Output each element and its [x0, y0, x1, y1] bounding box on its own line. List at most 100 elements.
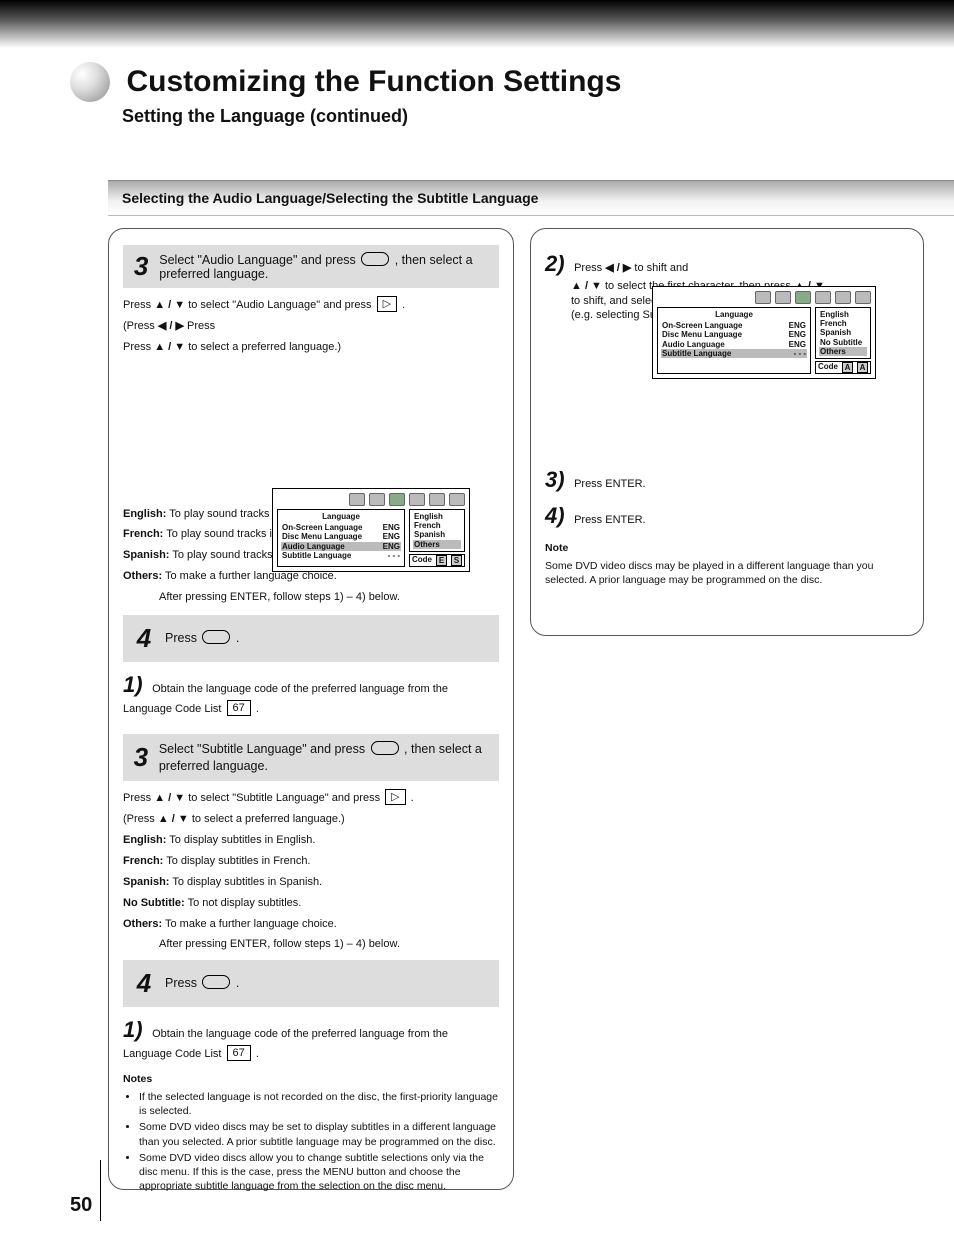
osd-tab-icon: [449, 493, 465, 506]
osd-row: Audio LanguageENG: [661, 340, 807, 349]
r-note: Some DVD video discs may be played in a …: [545, 559, 909, 587]
r-step4: Press ENTER.: [574, 514, 646, 526]
step-number-3b: 3: [131, 740, 151, 775]
osdB-title: Language: [661, 310, 807, 319]
osd-row: Subtitle Language- - -: [281, 551, 401, 560]
step3-head-a: Select "Audio Language" and press: [159, 253, 356, 267]
optB-spanish-d: To display subtitles in Spanish.: [172, 876, 322, 888]
osd-tab-icon-selected: [389, 493, 405, 506]
osd-row: Audio LanguageENG: [281, 542, 401, 551]
osd-option: English: [413, 512, 461, 521]
r-step3-num: 3): [545, 465, 571, 495]
substep-1-text: Obtain the language code of the preferre…: [123, 683, 448, 715]
osd-menu-audio: Language On-Screen LanguageENGDisc Menu …: [272, 488, 470, 572]
optB-nosub-d: To not display subtitles.: [188, 897, 302, 909]
osd-tab-icon: [755, 291, 771, 304]
s4-head-a: Press: [165, 631, 197, 645]
osd-tab-icon: [815, 291, 831, 304]
opt-english: English:: [123, 508, 166, 520]
osd-tab-icon-selected: [795, 291, 811, 304]
osd-option: Others: [819, 347, 867, 356]
s3-p1a: Press: [123, 299, 151, 311]
r-step2b: to shift and: [634, 262, 688, 274]
osd-option: French: [413, 521, 461, 530]
osd-tab-icon: [775, 291, 791, 304]
note-2: Some DVD video discs may be set to displ…: [139, 1120, 499, 1148]
header-bullet: [70, 62, 110, 102]
step-number-4: 4: [131, 621, 157, 656]
right-arrow-flag-icon-2: ▷: [385, 789, 405, 805]
left-right-icon-2: ◀ / ▶: [605, 262, 634, 274]
page-subtitle: Setting the Language (continued): [122, 106, 924, 127]
up-down-icon-5: ▲ / ▼: [571, 280, 605, 292]
osdA-code-0: E: [436, 555, 447, 566]
up-down-icon-2: ▲ / ▼: [154, 341, 188, 353]
s3b-p1b: to select "Subtitle Language" and press: [188, 792, 380, 804]
substep-1b: 1): [123, 1015, 149, 1045]
r-step3: Press ENTER.: [574, 478, 646, 490]
s4b-head-a: Press: [165, 976, 197, 990]
optB-english-d: To display subtitles in English.: [169, 834, 315, 846]
section-band: Selecting the Audio Language/Selecting t…: [108, 180, 954, 216]
opt-french: French:: [123, 528, 163, 540]
note-3: Some DVD video discs allow you to change…: [139, 1151, 499, 1194]
s4-head-b: .: [236, 631, 239, 645]
step3-audio-head: 3 Select "Audio Language" and press , th…: [123, 245, 499, 288]
osd-option: Spanish: [819, 328, 867, 337]
enter-icon-4: [202, 975, 230, 989]
s3b-p1c: .: [411, 792, 414, 804]
s3-p1b: to select "Audio Language" and press: [188, 299, 371, 311]
osdA-code-1: S: [451, 555, 462, 566]
page-number: 50: [70, 1194, 92, 1217]
s3b-p1a: Press: [123, 792, 151, 804]
osd-option: English: [819, 310, 867, 319]
osd-row: On-Screen LanguageENG: [281, 523, 401, 532]
s3-p2note: (Press: [123, 320, 155, 332]
opt-others-p1: After pressing ENTER, follow steps 1) – …: [159, 590, 499, 605]
page-ref-67b: 67: [227, 1045, 251, 1061]
osd-option: French: [819, 319, 867, 328]
optB-others-p1: After pressing ENTER, follow steps 1) – …: [159, 937, 499, 952]
right-arrow-flag-icon: ▷: [377, 296, 397, 312]
opt-spanish: Spanish:: [123, 549, 169, 561]
osd-tab-icon: [429, 493, 445, 506]
left-right-icon: ◀ / ▶: [158, 320, 187, 332]
osd-tab-icon: [369, 493, 385, 506]
substep-1-end: .: [256, 703, 259, 715]
step-number-4b: 4: [131, 966, 157, 1001]
r-step4-num: 4): [545, 501, 571, 531]
osdB-code-0: A: [842, 362, 853, 373]
step3-subtitle-head: 3 Select "Subtitle Language" and press ,…: [123, 734, 499, 781]
osd-tab-icon: [349, 493, 365, 506]
top-gradient: [0, 0, 954, 48]
osd-row: Disc Menu LanguageENG: [661, 330, 807, 339]
osd-row: On-Screen LanguageENG: [661, 321, 807, 330]
up-down-icon: ▲ / ▼: [154, 299, 188, 311]
substep-1: 1): [123, 670, 149, 700]
s3-p2b-pre: Press: [123, 341, 154, 353]
optB-others-d: To make a further language choice.: [165, 918, 337, 930]
enter-icon: [361, 252, 389, 266]
osdB-code-1: A: [857, 362, 868, 373]
osd-row: Subtitle Language- - -: [661, 349, 807, 358]
osd-menu-subtitle: Language On-Screen LanguageENGDisc Menu …: [652, 286, 876, 379]
optB-spanish: Spanish:: [123, 876, 169, 888]
osdB-code-label: Code: [818, 362, 838, 373]
optB-others: Others:: [123, 918, 162, 930]
notes-heading: Notes: [123, 1072, 499, 1086]
enter-icon-2: [202, 630, 230, 644]
s3-p2noteb: to select a preferred language.): [188, 341, 341, 353]
up-down-icon-4: ▲ / ▼: [158, 813, 192, 825]
up-down-icon-3: ▲ / ▼: [154, 792, 188, 804]
r-step2-num: 2): [545, 249, 571, 279]
s3b-p2b: to select a preferred language.): [192, 813, 345, 825]
s3b-head-a: Select "Subtitle Language" and press: [159, 742, 365, 756]
notes-list: If the selected language is not recorded…: [123, 1090, 499, 1193]
optB-french-d: To display subtitles in French.: [166, 855, 310, 867]
s3-p1c: .: [402, 299, 405, 311]
osdA-code-label: Code: [412, 555, 432, 566]
s4b-head-b: .: [236, 976, 239, 990]
s3-p2a: Press: [187, 320, 215, 332]
optB-english: English:: [123, 834, 166, 846]
note-1: If the selected language is not recorded…: [139, 1090, 499, 1118]
